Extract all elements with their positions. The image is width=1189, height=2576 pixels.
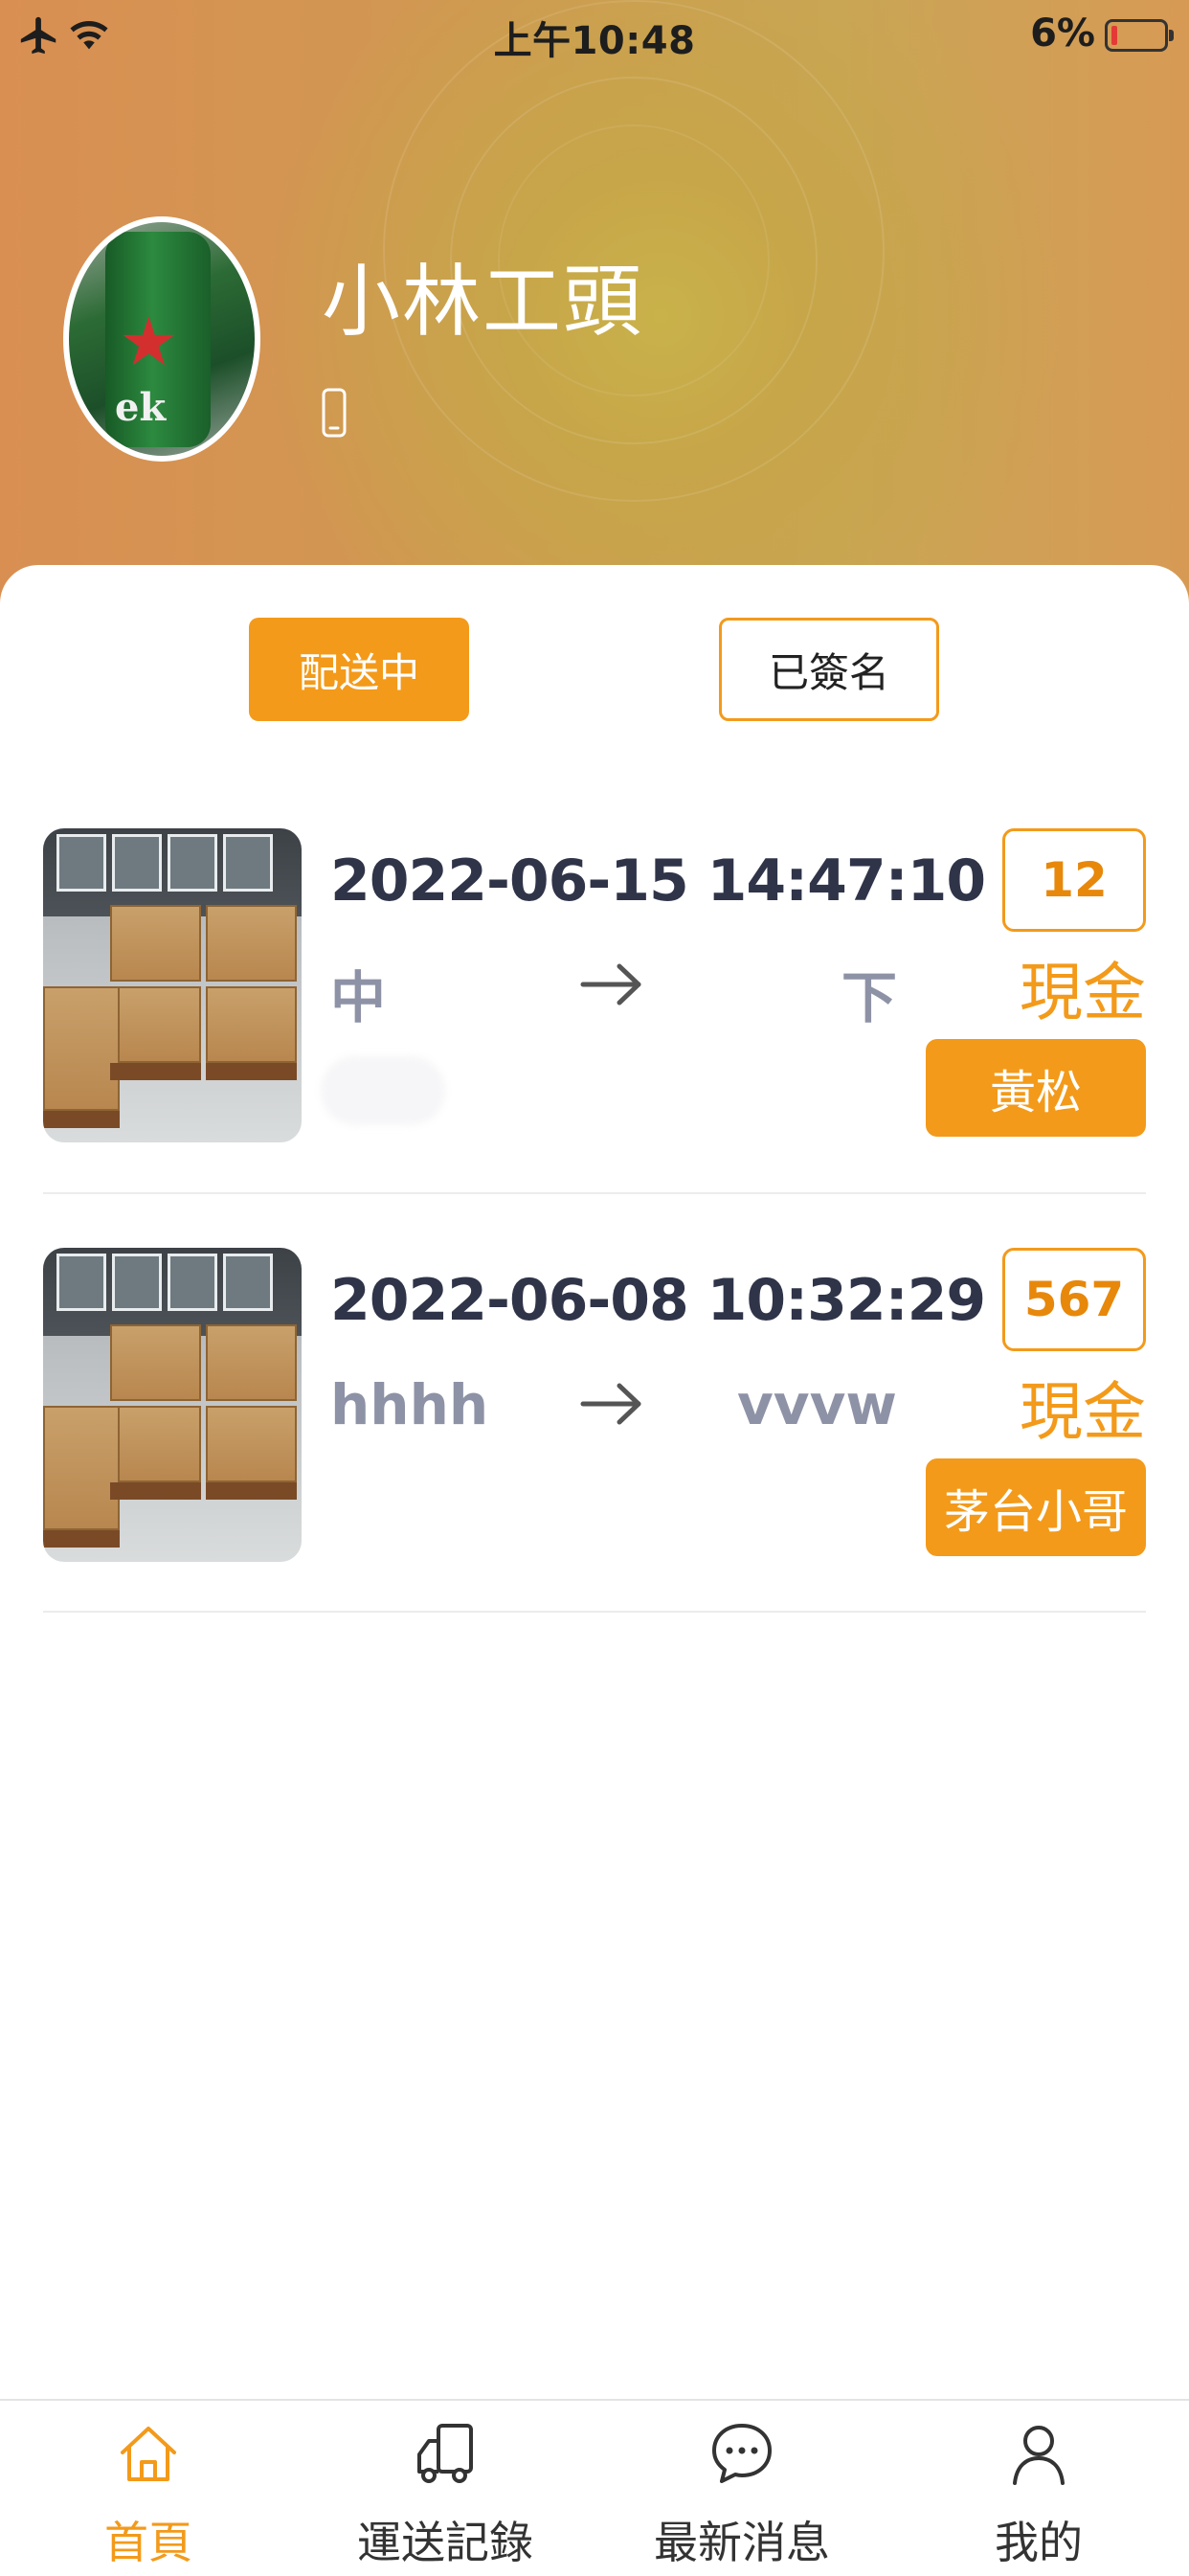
order-destination: 下 — [841, 965, 897, 1030]
driver-button[interactable]: 黃松 — [926, 1039, 1146, 1137]
avatar[interactable]: ★ ek — [63, 216, 260, 462]
star-icon: ★ — [119, 303, 179, 381]
status-bar: 上午10:48 6% — [0, 0, 1189, 77]
truck-icon — [417, 2424, 473, 2483]
arrow-right-icon — [580, 1383, 641, 1425]
user-name: 小林工頭 — [322, 257, 644, 348]
order-origin: hhhh — [330, 1372, 489, 1437]
tab-home-label: 首頁 — [104, 2517, 192, 2568]
order-time: 2022-06-08 10:32:29 — [330, 1267, 986, 1334]
home-icon — [121, 2427, 176, 2481]
arrow-right-icon — [580, 963, 641, 1006]
driver-button[interactable]: 茅台小哥 — [926, 1458, 1146, 1556]
quantity-badge: 12 — [1002, 828, 1146, 932]
bottom-tab-bar: 首頁 運送記錄 最新消息 我的 — [0, 2399, 1189, 2576]
user-icon — [1013, 2426, 1065, 2485]
order-origin: 中 — [330, 965, 387, 1030]
order-destination: vvvw — [736, 1372, 897, 1437]
tab-delivery-records[interactable]: 運送記錄 — [297, 2401, 594, 2576]
order-time: 2022-06-15 14:47:10 — [330, 847, 986, 915]
payment-type: 現金 — [1020, 956, 1146, 1029]
tab-delivery-records-label: 運送記錄 — [357, 2517, 533, 2568]
order-item[interactable]: 2022-06-15 14:47:10 中 下 12 現金 黃松 — [0, 828, 1189, 1250]
battery-icon — [1105, 19, 1174, 52]
blurred-text — [321, 1056, 445, 1125]
tab-home[interactable]: 首頁 — [0, 2401, 297, 2576]
cargo-photo — [43, 1248, 302, 1562]
divider — [43, 1611, 1146, 1613]
avatar-decoration: ek — [115, 385, 167, 430]
tab-profile-label: 我的 — [995, 2517, 1083, 2568]
tab-latest-news-label: 最新消息 — [654, 2517, 830, 2568]
chat-bubble-icon — [712, 2424, 772, 2483]
phone-icon[interactable] — [322, 388, 347, 438]
quantity-badge: 567 — [1002, 1248, 1146, 1351]
tab-latest-news[interactable]: 最新消息 — [594, 2401, 890, 2576]
tab-profile[interactable]: 我的 — [890, 2401, 1187, 2576]
payment-type: 現金 — [1020, 1375, 1146, 1449]
tab-delivering[interactable]: 配送中 — [249, 618, 469, 721]
avatar-image: ★ ek — [105, 232, 211, 447]
tab-signed[interactable]: 已簽名 — [719, 618, 939, 721]
profile-header: 上午10:48 6% ★ ek 小林工頭 — [0, 0, 1189, 632]
divider — [43, 1192, 1146, 1194]
status-time: 上午10:48 — [493, 19, 696, 63]
battery-percent: 6% — [1030, 11, 1095, 56]
cargo-photo — [43, 828, 302, 1142]
order-item[interactable]: 2022-06-08 10:32:29 hhhh vvvw 567 現金 茅台小… — [0, 1248, 1189, 1669]
